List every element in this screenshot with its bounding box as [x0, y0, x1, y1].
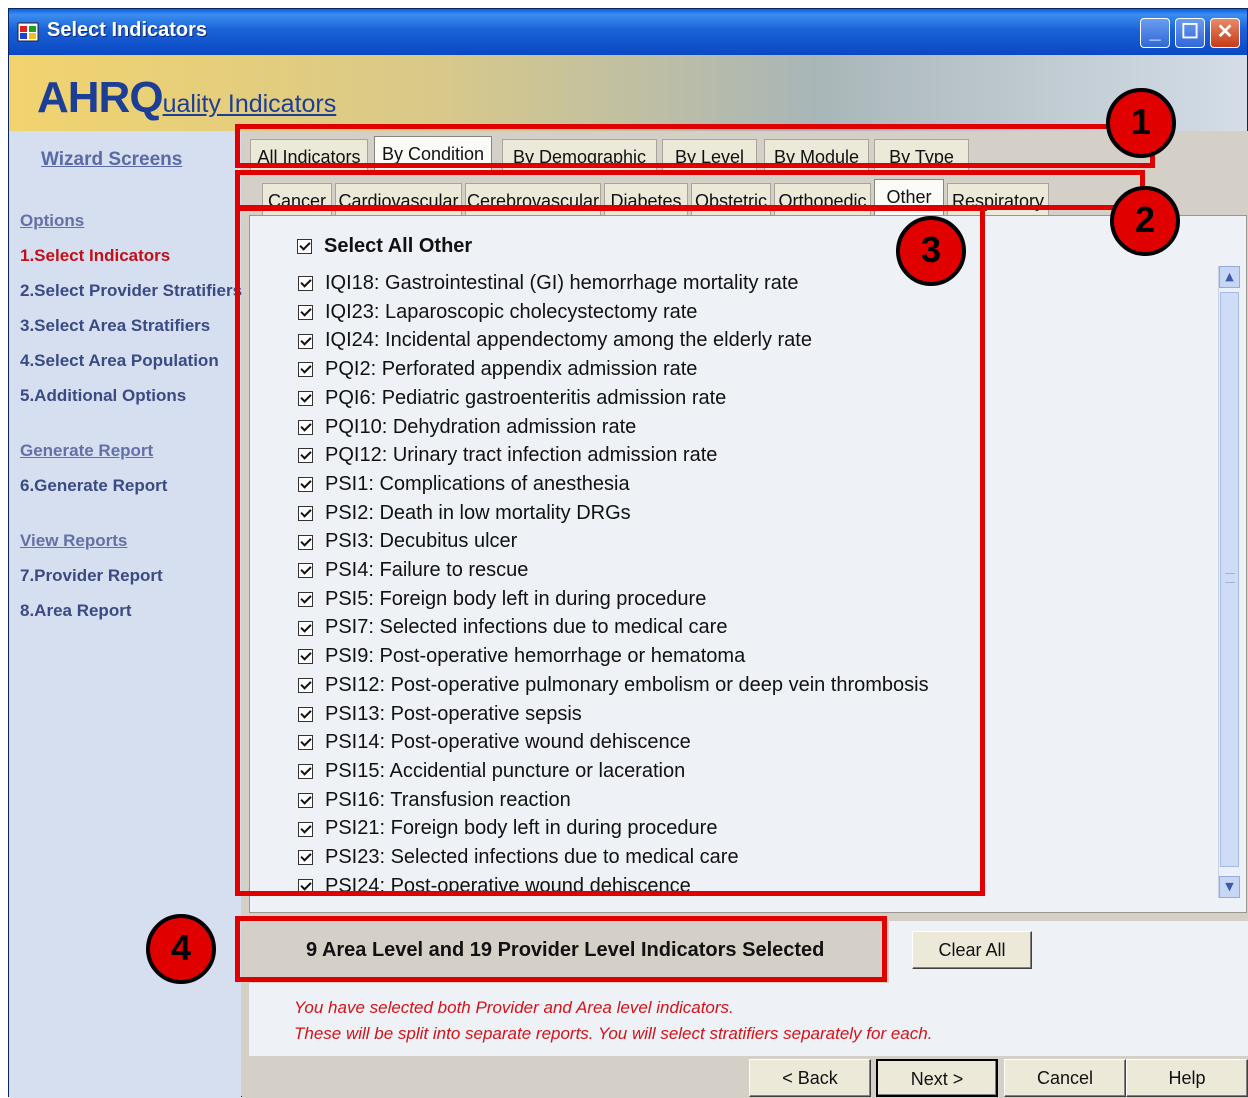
title-bar[interactable]: Select Indicators _ ☐ ✕	[9, 9, 1247, 55]
clear-all-button[interactable]: Clear All	[912, 931, 1032, 969]
callout-number-3: 3	[896, 216, 966, 286]
sidebar-item[interactable]: 3.Select Area Stratifiers	[20, 316, 210, 336]
grip-icon	[1225, 573, 1235, 583]
maximize-button[interactable]: ☐	[1175, 18, 1205, 48]
callout-number-1: 1	[1106, 88, 1176, 158]
back-button[interactable]: < Back	[749, 1059, 871, 1097]
sidebar-item[interactable]: 1.Select Indicators	[20, 246, 170, 266]
next-button[interactable]: Next >	[876, 1059, 998, 1097]
ahrq-logo: AHRQuality Indicators	[37, 73, 336, 123]
sidebar-item[interactable]: Options	[20, 211, 84, 231]
chevron-down-icon: ▼	[1225, 880, 1234, 893]
sidebar-item[interactable]: 2.Select Provider Stratifiers	[20, 281, 242, 301]
chevron-up-icon: ▲	[1225, 270, 1234, 283]
minimize-button[interactable]: _	[1140, 18, 1170, 48]
wizard-screens-title: Wizard Screens	[41, 149, 183, 170]
callout-number-4: 4	[146, 914, 216, 984]
note-line-2: These will be split into separate report…	[294, 1024, 933, 1043]
header-banner: AHRQuality Indicators	[9, 55, 1247, 131]
sidebar-item[interactable]: 7.Provider Report	[20, 566, 163, 586]
close-icon: ✕	[1216, 21, 1234, 43]
help-button[interactable]: Help	[1126, 1059, 1248, 1097]
sidebar-item[interactable]: 5.Additional Options	[20, 386, 186, 406]
scroll-thumb[interactable]	[1220, 292, 1239, 867]
scroll-up-button[interactable]: ▲	[1219, 266, 1240, 288]
callout-box-3	[235, 206, 985, 896]
logo-big-text: AHRQ	[37, 73, 164, 122]
maximize-icon: ☐	[1181, 21, 1199, 43]
sidebar-item[interactable]: 4.Select Area Population	[20, 351, 219, 371]
cancel-button[interactable]: Cancel	[1004, 1059, 1126, 1097]
navigation-bar: < Back Next > Cancel Help	[242, 1056, 1248, 1098]
callout-box-4	[235, 916, 887, 982]
callout-number-2: 2	[1110, 186, 1180, 256]
close-button[interactable]: ✕	[1210, 18, 1240, 48]
callout-box-2	[235, 170, 1145, 210]
sidebar-item[interactable]: 6.Generate Report	[20, 476, 167, 496]
vertical-scrollbar[interactable]: ▲ ▼	[1218, 266, 1240, 898]
minimize-icon: _	[1149, 21, 1161, 43]
sidebar-item[interactable]: View Reports	[20, 531, 127, 551]
sidebar-item[interactable]: 8.Area Report	[20, 601, 131, 621]
sidebar-item[interactable]: Generate Report	[20, 441, 153, 461]
app-icon	[17, 22, 39, 42]
callout-box-1	[235, 124, 1155, 168]
scroll-down-button[interactable]: ▼	[1219, 876, 1240, 898]
logo-small-text: uality Indicators	[162, 90, 337, 118]
window-title: Select Indicators	[47, 19, 208, 41]
note-line-1: You have selected both Provider and Area…	[294, 998, 734, 1017]
